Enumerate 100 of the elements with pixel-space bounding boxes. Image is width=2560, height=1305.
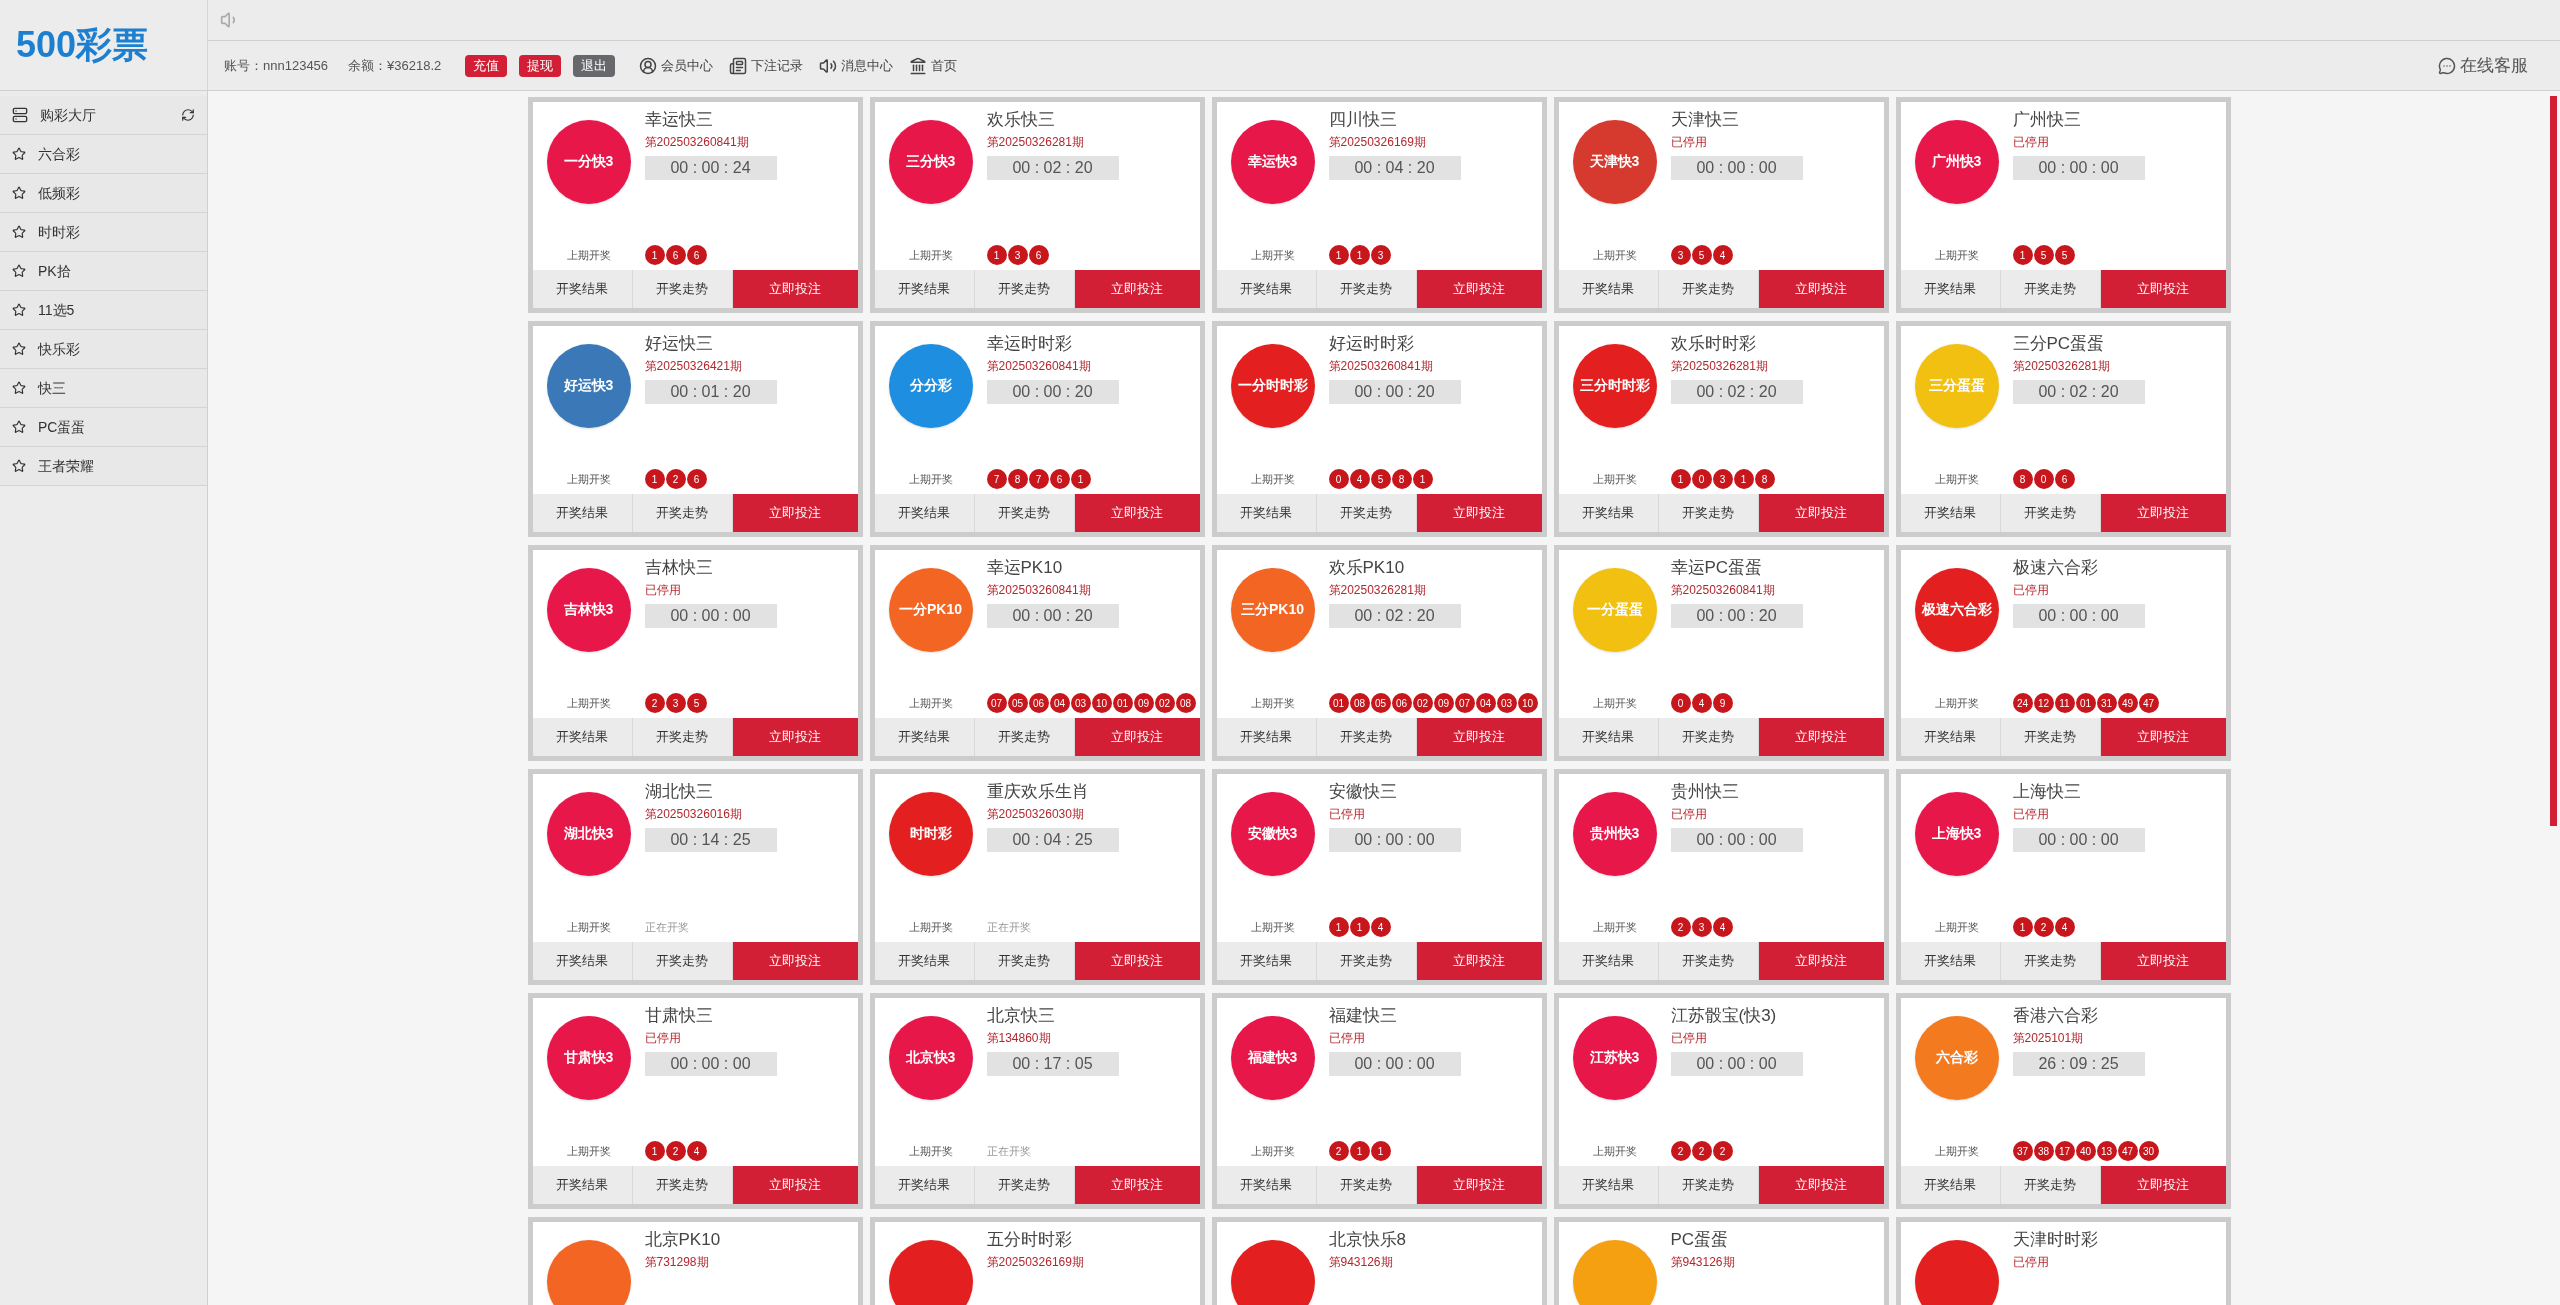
results-button[interactable]: 开奖结果 (1558, 270, 1659, 308)
bet-button[interactable]: 立即投注 (1416, 942, 1542, 980)
results-button[interactable]: 开奖结果 (532, 270, 633, 308)
bet-button[interactable]: 立即投注 (2100, 942, 2226, 980)
trend-button[interactable]: 开奖走势 (1658, 942, 1759, 980)
header-link[interactable]: 会员中心 (639, 55, 714, 76)
results-button[interactable]: 开奖结果 (1900, 942, 2001, 980)
trend-button[interactable]: 开奖走势 (632, 270, 733, 308)
results-button[interactable]: 开奖结果 (874, 1166, 975, 1204)
site-logo[interactable]: 500彩票 (12, 23, 153, 67)
results-button[interactable]: 开奖结果 (1558, 718, 1659, 756)
header-button[interactable]: 退出 (573, 54, 616, 77)
bet-button[interactable]: 立即投注 (732, 718, 858, 756)
bet-button[interactable]: 立即投注 (1758, 942, 1884, 980)
results-button[interactable]: 开奖结果 (1216, 270, 1317, 308)
trend-button[interactable]: 开奖走势 (1658, 494, 1759, 532)
bet-button[interactable]: 立即投注 (1416, 494, 1542, 532)
trend-button[interactable]: 开奖走势 (2000, 942, 2101, 980)
trend-button[interactable]: 开奖走势 (1658, 1166, 1759, 1204)
results-button[interactable]: 开奖结果 (1900, 494, 2001, 532)
refresh-icon[interactable] (181, 108, 195, 122)
trend-button[interactable]: 开奖走势 (2000, 270, 2101, 308)
game-title: 江苏骰宝(快3) (1670, 1005, 1778, 1027)
sidebar-item[interactable]: PC蛋蛋 (0, 408, 207, 447)
bet-button[interactable]: 立即投注 (1758, 494, 1884, 532)
bet-button[interactable]: 立即投注 (1416, 1166, 1542, 1204)
results-button[interactable]: 开奖结果 (532, 1166, 633, 1204)
trend-button[interactable]: 开奖走势 (1316, 494, 1417, 532)
trend-button[interactable]: 开奖走势 (1316, 1166, 1417, 1204)
results-button[interactable]: 开奖结果 (1216, 1166, 1317, 1204)
trend-button[interactable]: 开奖走势 (2000, 1166, 2101, 1204)
results-button[interactable]: 开奖结果 (1216, 718, 1317, 756)
header-link[interactable]: 消息中心 (819, 55, 894, 76)
bet-button[interactable]: 立即投注 (2100, 1166, 2226, 1204)
results-button[interactable]: 开奖结果 (874, 494, 975, 532)
results-button[interactable]: 开奖结果 (1216, 942, 1317, 980)
header-button[interactable]: 提现 (519, 54, 562, 77)
sidebar-item[interactable]: 时时彩 (0, 213, 207, 252)
trend-button[interactable]: 开奖走势 (632, 942, 733, 980)
results-button[interactable]: 开奖结果 (874, 718, 975, 756)
results-button[interactable]: 开奖结果 (1216, 494, 1317, 532)
results-button[interactable]: 开奖结果 (1900, 270, 2001, 308)
trend-button[interactable]: 开奖走势 (974, 270, 1075, 308)
bet-button[interactable]: 立即投注 (2100, 270, 2226, 308)
bet-button[interactable]: 立即投注 (2100, 494, 2226, 532)
bet-button[interactable]: 立即投注 (1758, 1166, 1884, 1204)
results-button[interactable]: 开奖结果 (1900, 1166, 2001, 1204)
bet-button[interactable]: 立即投注 (732, 1166, 858, 1204)
trend-button[interactable]: 开奖走势 (1316, 270, 1417, 308)
countdown-timer: 00 : 17 : 05 (986, 1052, 1119, 1076)
trend-button[interactable]: 开奖走势 (1316, 718, 1417, 756)
trend-button[interactable]: 开奖走势 (1658, 270, 1759, 308)
trend-button[interactable]: 开奖走势 (974, 942, 1075, 980)
sidebar-item[interactable]: PK拾 (0, 252, 207, 291)
header-link[interactable]: 首页 (909, 55, 958, 76)
bet-button[interactable]: 立即投注 (1074, 718, 1200, 756)
results-button[interactable]: 开奖结果 (1558, 1166, 1659, 1204)
sidebar-item[interactable]: 快乐彩 (0, 330, 207, 369)
trend-button[interactable]: 开奖走势 (632, 718, 733, 756)
trend-button[interactable]: 开奖走势 (632, 494, 733, 532)
results-button[interactable]: 开奖结果 (532, 718, 633, 756)
bet-button[interactable]: 立即投注 (732, 942, 858, 980)
results-button[interactable]: 开奖结果 (1558, 942, 1659, 980)
sidebar-item[interactable]: 低频彩 (0, 174, 207, 213)
trend-button[interactable]: 开奖走势 (974, 1166, 1075, 1204)
sidebar-item[interactable]: 快三 (0, 369, 207, 408)
trend-button[interactable]: 开奖走势 (1316, 942, 1417, 980)
bet-button[interactable]: 立即投注 (2100, 718, 2226, 756)
results-button[interactable]: 开奖结果 (1900, 718, 2001, 756)
results-button[interactable]: 开奖结果 (1558, 494, 1659, 532)
results-button[interactable]: 开奖结果 (532, 942, 633, 980)
bet-button[interactable]: 立即投注 (1416, 270, 1542, 308)
bet-button[interactable]: 立即投注 (1074, 270, 1200, 308)
sidebar-header[interactable]: 购彩大厅 (0, 96, 207, 135)
bet-button[interactable]: 立即投注 (1758, 718, 1884, 756)
trend-button[interactable]: 开奖走势 (2000, 718, 2101, 756)
trend-button[interactable]: 开奖走势 (2000, 494, 2101, 532)
sidebar-item[interactable]: 六合彩 (0, 135, 207, 174)
sidebar-item[interactable]: 11选5 (0, 291, 207, 330)
lottery-logo: 极速六合彩 (1914, 568, 1999, 652)
bet-button[interactable]: 立即投注 (1416, 718, 1542, 756)
header-button[interactable]: 充值 (465, 54, 508, 77)
trend-button[interactable]: 开奖走势 (1658, 718, 1759, 756)
bet-button[interactable]: 立即投注 (1074, 1166, 1200, 1204)
results-button[interactable]: 开奖结果 (532, 494, 633, 532)
bet-button[interactable]: 立即投注 (732, 494, 858, 532)
trend-button[interactable]: 开奖走势 (974, 494, 1075, 532)
lottery-logo: 一分时时彩 (1230, 344, 1315, 428)
trend-button[interactable]: 开奖走势 (974, 718, 1075, 756)
results-button[interactable]: 开奖结果 (874, 270, 975, 308)
bet-button[interactable]: 立即投注 (1074, 494, 1200, 532)
bet-button[interactable]: 立即投注 (1074, 942, 1200, 980)
results-button[interactable]: 开奖结果 (874, 942, 975, 980)
bet-button[interactable]: 立即投注 (732, 270, 858, 308)
bet-button[interactable]: 立即投注 (1758, 270, 1884, 308)
sidebar-item[interactable]: 王者荣耀 (0, 447, 207, 486)
scrollbar-thumb[interactable] (2550, 96, 2557, 826)
support-link[interactable]: 在线客服 (2438, 52, 2528, 79)
trend-button[interactable]: 开奖走势 (632, 1166, 733, 1204)
header-link[interactable]: 下注记录 (729, 55, 804, 76)
